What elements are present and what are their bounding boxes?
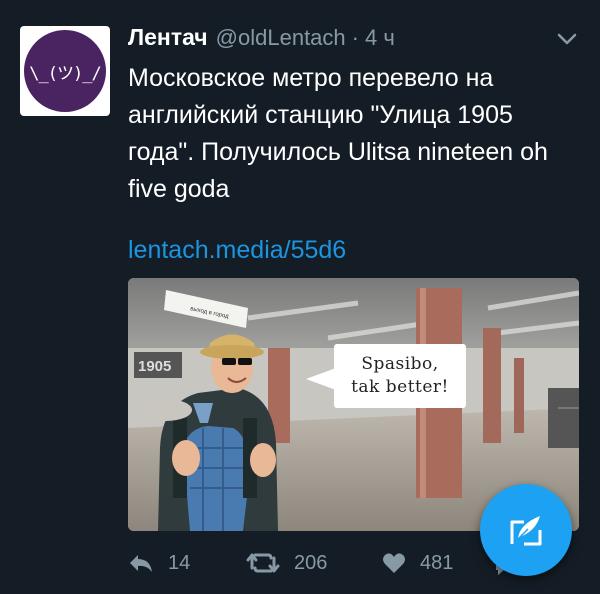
reply-count: 14 — [168, 551, 191, 574]
wall-sign: 1905 — [138, 358, 171, 375]
tweet-timestamp[interactable]: 4 ч — [365, 25, 395, 51]
like-count: 481 — [420, 551, 454, 574]
reply-button[interactable]: 14 — [128, 552, 246, 575]
chevron-down-icon[interactable] — [556, 30, 578, 48]
speech-bubble-tail — [306, 368, 336, 390]
avatar[interactable]: \_(ツ)_/ — [20, 26, 110, 116]
bubble-line-2: tak better! — [351, 377, 449, 397]
heart-icon — [383, 553, 405, 573]
speech-bubble: Spasibo, tak better! — [334, 344, 466, 408]
retweet-count: 206 — [294, 551, 328, 574]
compose-button[interactable] — [480, 484, 572, 576]
reply-icon — [130, 555, 152, 572]
like-button[interactable]: 481 — [382, 552, 492, 575]
compose-icon — [510, 516, 542, 546]
tweet-text: Московское метро перевело на английский … — [128, 64, 548, 203]
bubble-line-1: Spasibo, — [361, 354, 439, 374]
author-handle[interactable]: @oldLentach — [216, 25, 346, 51]
tweet-actions: 14 206 481 — [128, 548, 492, 578]
retweet-button[interactable]: 206 — [246, 552, 382, 575]
tweet-link[interactable]: lentach.media/55d6 — [128, 234, 346, 266]
avatar-logo: \_(ツ)_/ — [24, 30, 106, 112]
retweet-icon — [246, 553, 280, 573]
header-separator: · — [351, 25, 359, 50]
author-name[interactable]: Лентач — [128, 24, 208, 51]
tweet-header: Лентач @oldLentach · 4 ч — [128, 24, 540, 52]
